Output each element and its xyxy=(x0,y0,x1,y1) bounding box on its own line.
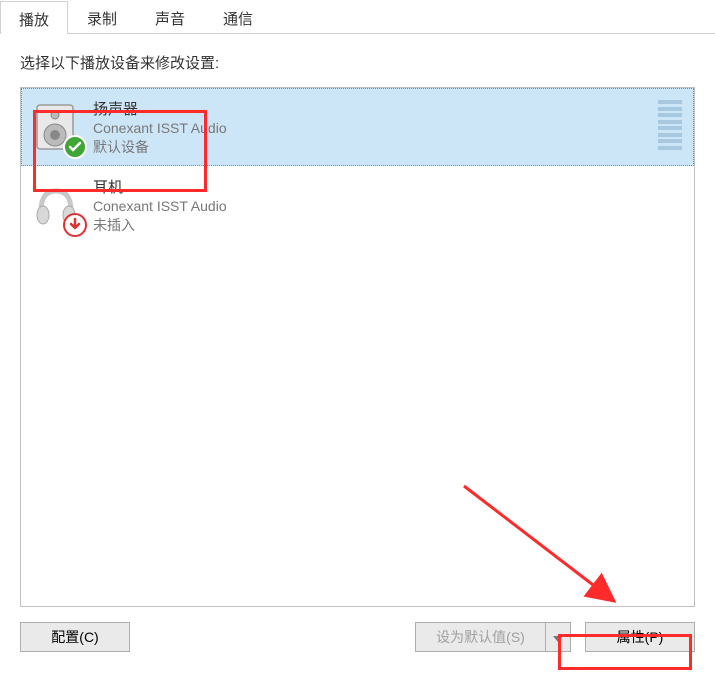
device-status: 默认设备 xyxy=(93,137,227,157)
set-default-button[interactable]: 设为默认值(S) xyxy=(415,622,545,652)
down-badge-icon xyxy=(63,213,87,237)
speaker-icon xyxy=(31,99,81,155)
tab-sounds[interactable]: 声音 xyxy=(136,0,204,33)
properties-button[interactable]: 属性(P) xyxy=(585,622,695,652)
chevron-down-icon xyxy=(553,630,563,645)
device-driver: Conexant ISST Audio xyxy=(93,198,227,214)
instruction-text: 选择以下播放设备来修改设置: xyxy=(20,52,695,73)
tab-playback[interactable]: 播放 xyxy=(0,1,68,34)
headphone-icon xyxy=(31,177,81,233)
check-badge-icon xyxy=(63,135,87,159)
device-name: 耳机 xyxy=(93,176,227,197)
device-text: 扬声器 Conexant ISST Audio 默认设备 xyxy=(93,98,227,157)
device-item-speaker[interactable]: 扬声器 Conexant ISST Audio 默认设备 xyxy=(21,88,694,166)
content-area: 选择以下播放设备来修改设置: 扬声器 C xyxy=(0,34,715,614)
device-item-headphone[interactable]: 耳机 Conexant ISST Audio 未插入 xyxy=(21,166,694,244)
device-driver: Conexant ISST Audio xyxy=(93,120,227,136)
button-row: 配置(C) 设为默认值(S) 属性(P) xyxy=(0,614,715,664)
tab-bar: 播放 录制 声音 通信 xyxy=(0,0,715,34)
device-status: 未插入 xyxy=(93,215,227,235)
device-text: 耳机 Conexant ISST Audio 未插入 xyxy=(93,176,227,235)
tab-communications[interactable]: 通信 xyxy=(204,0,272,33)
tab-recording[interactable]: 录制 xyxy=(68,0,136,33)
device-name: 扬声器 xyxy=(93,98,227,119)
set-default-dropdown[interactable] xyxy=(545,622,571,652)
level-meter xyxy=(658,100,682,150)
device-list[interactable]: 扬声器 Conexant ISST Audio 默认设备 xyxy=(20,87,695,607)
configure-button[interactable]: 配置(C) xyxy=(20,622,130,652)
set-default-split-button: 设为默认值(S) xyxy=(415,622,571,652)
